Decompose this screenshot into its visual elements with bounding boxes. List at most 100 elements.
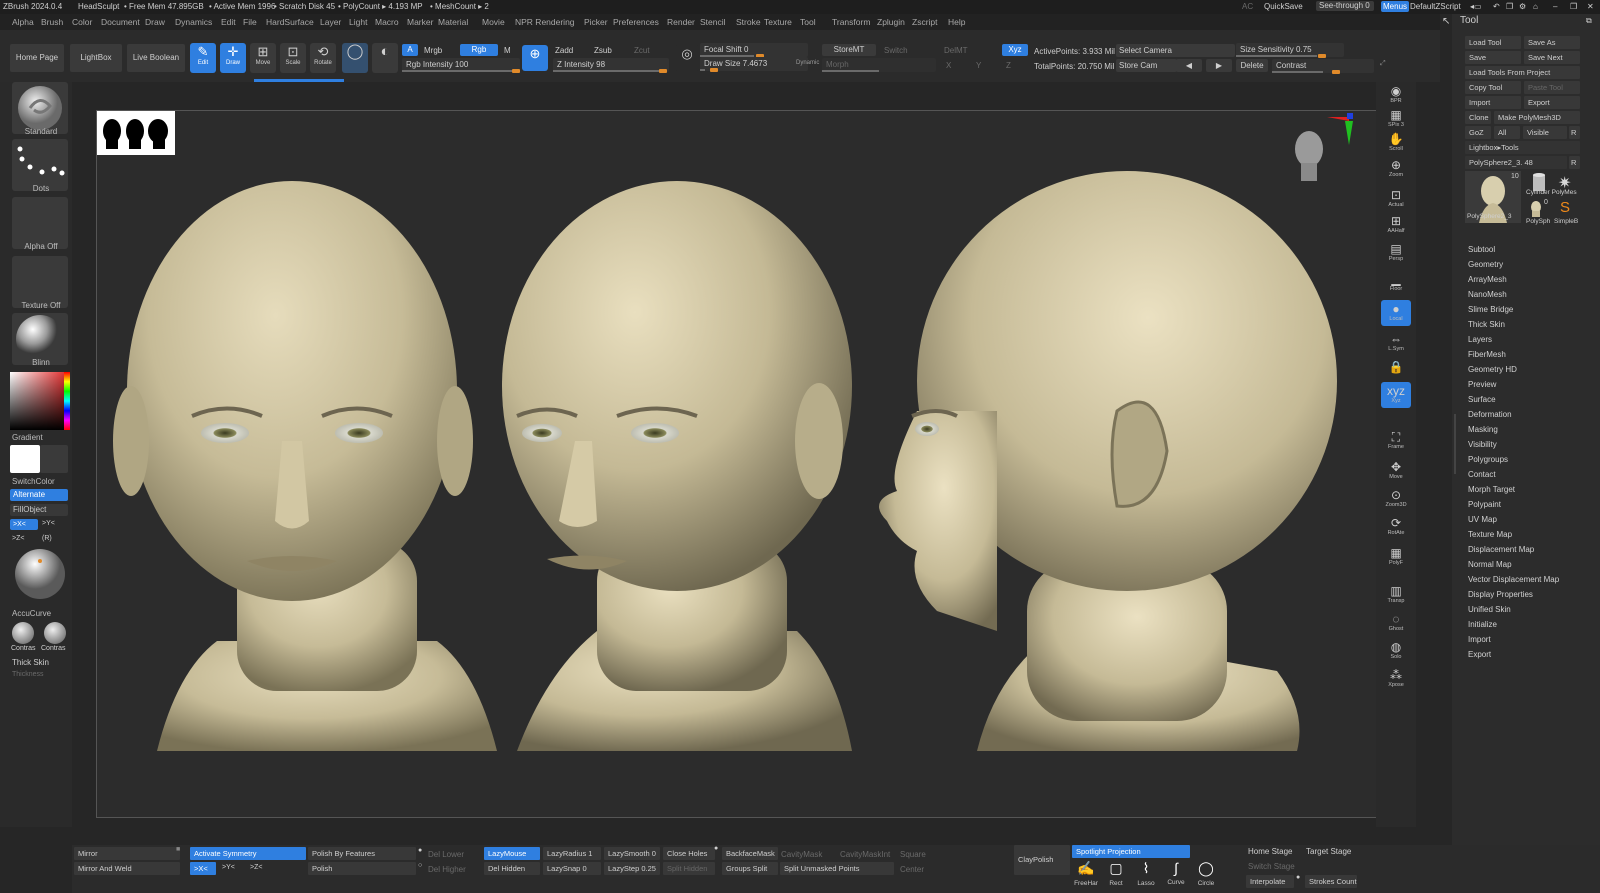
menu-document[interactable]: Document bbox=[101, 17, 140, 27]
lightbox-tools-button[interactable]: Lightbox▸Tools bbox=[1465, 141, 1580, 154]
subpalette-thick-skin[interactable]: Thick Skin bbox=[1468, 320, 1505, 329]
rightshelf-rotate-button[interactable]: ⟳ RotAte bbox=[1381, 514, 1411, 540]
y-axis-button[interactable]: Y bbox=[976, 61, 981, 70]
paste-tool-button[interactable]: Paste Tool bbox=[1524, 81, 1580, 94]
rightshelf-scroll-button[interactable]: ✋ Scroll bbox=[1381, 130, 1411, 156]
subpalette-vector-displacement-map[interactable]: Vector Displacement Map bbox=[1468, 575, 1559, 584]
rightshelf-persp-button[interactable]: ▤ Persp bbox=[1381, 240, 1411, 266]
thickness-slider[interactable]: Thickness bbox=[12, 671, 44, 678]
rightshelf-floor-button[interactable]: ▁ Floor bbox=[1381, 270, 1411, 296]
del-lower-button[interactable]: Del Lower bbox=[428, 850, 464, 859]
pin-icon[interactable]: ⌂ bbox=[1533, 2, 1538, 11]
accucurve-thumbnail[interactable] bbox=[14, 548, 66, 600]
lazysnap-slider[interactable]: LazySnap 0 bbox=[543, 862, 601, 875]
alternate-button[interactable]: Alternate bbox=[10, 489, 68, 501]
m-button[interactable]: M bbox=[504, 46, 511, 55]
main-color-swatch[interactable] bbox=[10, 445, 40, 473]
menu-picker[interactable]: Picker bbox=[584, 17, 608, 27]
split-unmasked-points-button[interactable]: Split Unmasked Points bbox=[780, 862, 894, 875]
save-button[interactable]: Save bbox=[1465, 51, 1521, 64]
sym-z-button[interactable]: >Z< bbox=[12, 535, 24, 542]
rightshelf-move-button[interactable]: ✥ Move bbox=[1381, 458, 1411, 484]
subpalette-polypaint[interactable]: Polypaint bbox=[1468, 500, 1501, 509]
edit-mode-button[interactable]: ✎ Edit bbox=[190, 43, 216, 73]
rightshelf-xyz-button[interactable]: xyz Xyz bbox=[1381, 382, 1411, 408]
rightshelf-linefill-button[interactable]: ▦ PolyF bbox=[1381, 544, 1411, 570]
gradient-label[interactable]: Gradient bbox=[12, 433, 94, 442]
menu-file[interactable]: File bbox=[243, 17, 257, 27]
rect-stroke-button[interactable]: ▢ Rect bbox=[1102, 860, 1130, 890]
lazystep-slider[interactable]: LazyStep 0.25 bbox=[604, 862, 660, 875]
delete-camera-button[interactable]: Delete bbox=[1236, 59, 1268, 72]
z-axis-button[interactable]: Z bbox=[1006, 61, 1011, 70]
close-holes-button[interactable]: Close Holes bbox=[663, 847, 715, 860]
menu-macro[interactable]: Macro bbox=[375, 17, 399, 27]
subpalette-initialize[interactable]: Initialize bbox=[1468, 620, 1497, 629]
subpalette-deformation[interactable]: Deformation bbox=[1468, 410, 1512, 419]
symmetry-z-button[interactable]: >Z< bbox=[250, 864, 262, 871]
spotlight-projection-button[interactable]: Spotlight Projection bbox=[1072, 845, 1190, 858]
subpalette-geometry[interactable]: Geometry bbox=[1468, 260, 1503, 269]
navigation-gizmo[interactable] bbox=[1295, 113, 1353, 181]
rgb-intensity-slider[interactable]: Rgb Intensity 100 bbox=[402, 58, 520, 73]
subpalette-morph-target[interactable]: Morph Target bbox=[1468, 485, 1515, 494]
subpalette-display-properties[interactable]: Display Properties bbox=[1468, 590, 1533, 599]
live-boolean-button[interactable]: Live Boolean bbox=[127, 44, 185, 72]
polish-by-features-slider[interactable]: Polish By Features bbox=[308, 847, 416, 860]
curve-stroke-button[interactable]: ∫ Curve bbox=[1162, 860, 1190, 890]
subpalette-arraymesh[interactable]: ArrayMesh bbox=[1468, 275, 1507, 284]
menu-help[interactable]: Help bbox=[948, 17, 965, 27]
rightshelf-zoom-button[interactable]: ⊕ Zoom bbox=[1381, 156, 1411, 182]
default-zscript-button[interactable]: DefaultZScript bbox=[1410, 2, 1461, 11]
dynamic-toggle[interactable]: Dynamic bbox=[796, 60, 819, 66]
del-higher-button[interactable]: Del Higher bbox=[428, 865, 466, 874]
subpalette-displacement-map[interactable]: Displacement Map bbox=[1468, 545, 1534, 554]
x-axis-button[interactable]: X bbox=[946, 61, 951, 70]
menus-button[interactable]: Menus bbox=[1381, 1, 1410, 12]
center-button[interactable]: Center bbox=[900, 865, 924, 874]
export-tool-button[interactable]: Export bbox=[1524, 96, 1580, 109]
circle-stroke-button[interactable]: ◯ Circle bbox=[1192, 860, 1220, 890]
subpalette-preview[interactable]: Preview bbox=[1468, 380, 1496, 389]
subpalette-surface[interactable]: Surface bbox=[1468, 395, 1496, 404]
sculpt-canvas[interactable] bbox=[97, 111, 1379, 817]
rotate-mode-button[interactable]: ⟲ Rotate bbox=[310, 43, 336, 73]
mirror-options-icon[interactable]: ■ bbox=[176, 846, 180, 853]
tool-palette-header[interactable]: ↖ Tool ⧉ bbox=[1442, 14, 1600, 28]
save-as-button[interactable]: Save As bbox=[1524, 36, 1580, 49]
thick-skin-button[interactable]: Thick Skin bbox=[12, 658, 49, 667]
size-sensitivity-slider[interactable]: Size Sensitivity 0.75 bbox=[1236, 43, 1344, 58]
restore-icon[interactable]: ❐ bbox=[1570, 2, 1577, 11]
import-tool-button[interactable]: Import bbox=[1465, 96, 1521, 109]
subpalette-layers[interactable]: Layers bbox=[1468, 335, 1492, 344]
switch-stage-button[interactable]: Switch Stage bbox=[1248, 862, 1295, 871]
rightshelf-actual-button[interactable]: ⊡ Actual bbox=[1381, 186, 1411, 212]
clone-button[interactable]: Clone bbox=[1465, 111, 1491, 124]
home-stage-button[interactable]: Home Stage bbox=[1248, 847, 1292, 856]
menu-draw[interactable]: Draw bbox=[145, 17, 165, 27]
expand-icon[interactable]: ⤢ bbox=[1380, 60, 1386, 68]
strokes-count-slider[interactable]: Strokes Count bbox=[1305, 875, 1357, 888]
menu-dynamics[interactable]: Dynamics bbox=[175, 17, 212, 27]
rightshelf-zoom3d-button[interactable]: ⊙ Zoom3D bbox=[1381, 486, 1411, 512]
menu-npr-rendering[interactable]: NPR Rendering bbox=[515, 17, 575, 27]
menu-alpha[interactable]: Alpha bbox=[12, 17, 34, 27]
sym-x-button[interactable]: >X< bbox=[10, 519, 38, 530]
gizmo-button[interactable]: ◯ bbox=[342, 43, 368, 73]
rightshelf-local-button[interactable]: ● Local bbox=[1381, 300, 1411, 326]
contrast-brush-icon[interactable] bbox=[12, 622, 34, 644]
cavitymask-button[interactable]: CavityMask bbox=[781, 850, 822, 859]
backface-toggle-icon[interactable]: ● bbox=[714, 845, 718, 852]
layout-icon[interactable]: ◂▭ bbox=[1470, 2, 1482, 11]
polish-slider[interactable]: Polish bbox=[308, 862, 416, 875]
menu-edit[interactable]: Edit bbox=[221, 17, 236, 27]
subpalette-nanomesh[interactable]: NanoMesh bbox=[1468, 290, 1507, 299]
delmt-button[interactable]: DelMT bbox=[944, 46, 968, 55]
see-through-slider[interactable]: See-through 0 bbox=[1316, 1, 1374, 11]
mrgb-button[interactable]: Mrgb bbox=[424, 46, 442, 55]
make-polymesh3d-button[interactable]: Make PolyMesh3D bbox=[1494, 111, 1580, 124]
switchcolor-button[interactable]: SwitchColor bbox=[12, 477, 94, 486]
freehand-stroke-button[interactable]: ✍ FreeHar bbox=[1072, 860, 1100, 890]
storemt-button[interactable]: StoreMT bbox=[822, 44, 876, 56]
menu-color[interactable]: Color bbox=[72, 17, 92, 27]
